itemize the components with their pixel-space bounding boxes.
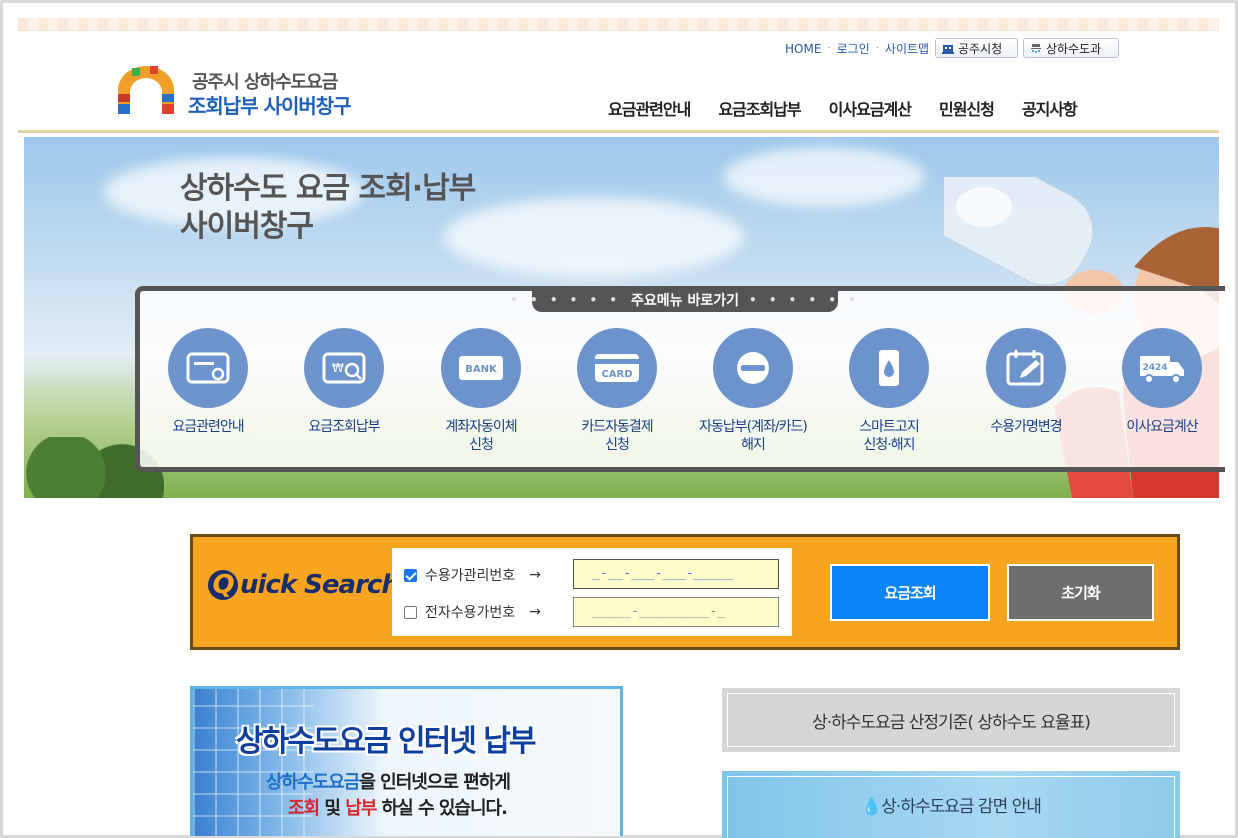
svg-text:₩: ₩ [332, 361, 344, 375]
arrow-icon: → [529, 567, 541, 583]
calendar-edit-icon [1006, 350, 1044, 386]
e-number-input[interactable]: _____-_________-_ [573, 597, 779, 627]
calendar-circle [986, 328, 1066, 408]
banner-pay: 납부 [345, 798, 377, 819]
quick-search-logo-text: uick Search [240, 570, 400, 600]
logo-line2: 조회납부 사이버창구 [188, 94, 352, 118]
qmenu-auto-cancel[interactable]: 자동납부(계좌/카드) 해지 [685, 328, 821, 454]
customer-number-input[interactable]: _-__-___-___-_____ [573, 559, 779, 589]
qmenu-label: 요금조회납부 [308, 419, 380, 435]
truck-circle: 2424 [1122, 328, 1202, 408]
rate-standard-link[interactable]: 상·하수도요금 산정기준( 상하수도 요율표) [722, 688, 1180, 752]
truck-icon-text: 2424 [1142, 363, 1167, 373]
bill-search-icon: ₩ [322, 352, 366, 384]
bank-icon-text: BANK [465, 364, 498, 375]
nav-notice[interactable]: 공지사항 [1022, 96, 1078, 120]
hero-title-line1: 상하수도 요금 조회·납부 [180, 171, 476, 206]
util-links: HOME · 로그인 · 사이트맵 [785, 40, 929, 57]
tab-dots-left: • • • • • • [510, 293, 622, 307]
smartphone-icon [879, 350, 899, 386]
nav-bill-payment[interactable]: 요금조회납부 [718, 96, 801, 120]
bill-info-icon [186, 352, 230, 384]
sitemap-link[interactable]: 사이트맵 [885, 40, 929, 57]
util-separator: · [827, 43, 831, 54]
bank-icon: BANK [459, 356, 503, 380]
banner-highlight: 상하수도요금 [266, 772, 360, 793]
header-divider [18, 130, 1219, 133]
bill-search-circle: ₩ [304, 328, 384, 408]
reduction-info-link[interactable]: 💧상·하수도요금 감면 안내 [722, 771, 1180, 838]
login-link[interactable]: 로그인 [837, 40, 870, 57]
option-e-number[interactable]: 전자수용가번호 → [404, 602, 541, 622]
tab-dots-right: • • • • • • [748, 293, 860, 307]
nav-civil-request[interactable]: 민원신청 [939, 96, 995, 120]
qmenu-smart-notice[interactable]: 스마트고지 신청·해지 [821, 328, 957, 454]
qmenu-label: 이사요금계산 [1126, 419, 1198, 435]
hero-title-line2: 사이버창구 [180, 209, 314, 244]
search-button[interactable]: 요금조회 [830, 564, 990, 621]
banner-line2: 조회 및 납부 하실 수 있습니다. [288, 794, 508, 820]
e-number-checkbox[interactable] [404, 605, 417, 619]
qmenu-label: 수용가명변경 [990, 419, 1062, 435]
card-circle: CARD [577, 328, 657, 408]
qmenu-label: 계좌자동이체 신청 [445, 419, 517, 453]
qmenu-label: 요금관련안내 [172, 419, 244, 435]
qmenu-bill-payment[interactable]: ₩ 요금조회납부 [276, 328, 412, 436]
qmenu-label: 자동납부(계좌/카드) 해지 [699, 419, 808, 453]
rate-standard-label: 상·하수도요금 산정기준( 상하수도 요율표) [812, 712, 1091, 733]
quick-search-q: Q [208, 570, 238, 600]
card-icon-text: CARD [601, 369, 632, 380]
nav-bill-info[interactable]: 요금관련안내 [608, 96, 691, 120]
banner-line2-rest: 하실 수 있습니다. [376, 798, 508, 819]
arrow-icon: → [529, 604, 541, 620]
hero-title: 상하수도 요금 조회·납부 사이버창구 [180, 170, 476, 246]
quick-menu-tab: • • • • • • 주요메뉴 바로가기 • • • • • • [510, 288, 856, 312]
top-decor-strip [18, 18, 1219, 31]
banner-and: 및 [319, 798, 346, 819]
logo-arch-icon [118, 66, 174, 114]
qmenu-card-payment[interactable]: CARD 카드자동결제 신청 [549, 328, 685, 454]
quick-menu-title: 주요메뉴 바로가기 [631, 293, 739, 309]
cancel-circle [713, 328, 793, 408]
util-separator: · [875, 43, 879, 54]
home-link[interactable]: HOME [785, 42, 821, 56]
truck-icon: 2424 [1140, 356, 1184, 384]
qmenu-bill-info[interactable]: 요금관련안내 [140, 328, 276, 436]
banner-lookup: 조회 [288, 798, 320, 819]
nav-moving-calc[interactable]: 이사요금계산 [829, 96, 912, 120]
water-dept-label: 상하수도과 [1046, 41, 1102, 56]
smartphone-circle [849, 328, 929, 408]
bank-circle: BANK [441, 328, 521, 408]
quick-search-logo: Quick Search [208, 570, 400, 600]
banner-title: 상하수도요금 인터넷 납부 [236, 724, 536, 759]
qmenu-bank-transfer[interactable]: BANK 계좌자동이체 신청 [413, 328, 549, 454]
qmenu-label: 카드자동결제 신청 [581, 419, 653, 453]
qmenu-moving-calc[interactable]: 2424 이사요금계산 [1094, 328, 1230, 436]
city-hall-label: 공주시청 [958, 41, 1003, 56]
option-customer-number[interactable]: 수용가관리번호 → [404, 565, 541, 585]
city-hall-button[interactable]: 공주시청 [935, 38, 1018, 58]
banner-line1-rest: 을 인터넷으로 편하게 [359, 772, 511, 793]
customer-number-checkbox[interactable] [404, 568, 417, 582]
banner-line1: 상하수도요금을 인터넷으로 편하게 [266, 768, 511, 794]
site-logo[interactable]: 공주시 상하수도요금 조회납부 사이버창구 [112, 64, 362, 120]
water-dept-icon [1031, 44, 1041, 53]
qmenu-name-change[interactable]: 수용가명변경 [958, 328, 1094, 436]
main-nav: 요금관련안내 요금조회납부 이사요금계산 민원신청 공지사항 [608, 96, 1078, 120]
card-icon: CARD [595, 354, 639, 382]
e-number-label: 전자수용가번호 [425, 605, 516, 621]
reset-button[interactable]: 초기화 [1007, 564, 1154, 621]
reduction-label: 💧상·하수도요금 감면 안내 [861, 797, 1042, 817]
customer-number-label: 수용가관리번호 [425, 568, 516, 584]
water-dept-button[interactable]: 상하수도과 [1023, 38, 1119, 58]
building-icon [942, 45, 954, 54]
qmenu-label: 스마트고지 신청·해지 [859, 419, 919, 453]
cancel-icon [737, 352, 769, 384]
bill-info-circle [168, 328, 248, 408]
